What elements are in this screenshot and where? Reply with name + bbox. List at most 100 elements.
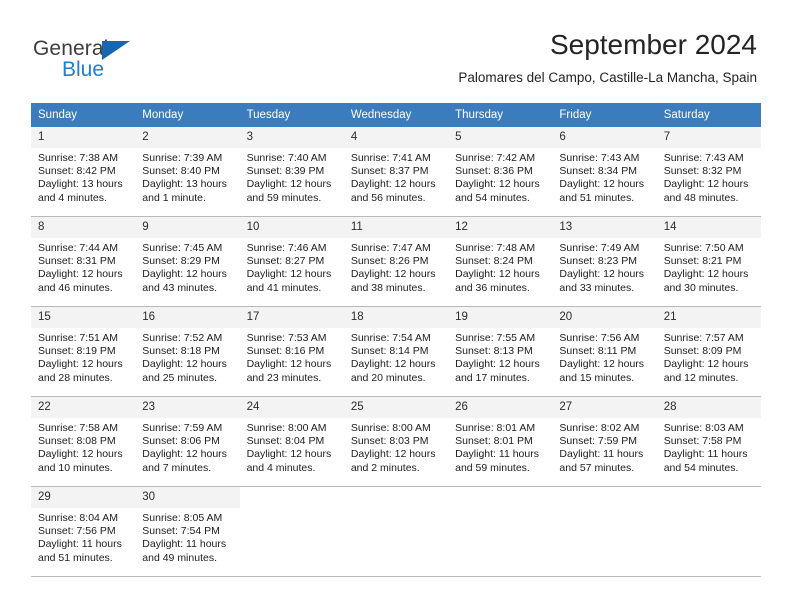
calendar-day-cell[interactable]: 17 Sunrise: 7:53 AM Sunset: 8:16 PM Dayligh… <box>239 306 344 397</box>
calendar-day-cell[interactable]: 2 Sunrise: 7:39 AM Sunset: 8:40 PM Daylight… <box>135 127 240 217</box>
sunset-text: Sunset: 7:56 PM <box>38 525 116 538</box>
daylight-text-line2: and 23 minutes. <box>246 371 322 384</box>
daylight-text-line2: and 49 minutes. <box>142 551 217 564</box>
calendar-day-cell[interactable]: 19 Sunrise: 7:55 AM Sunset: 8:13 PM Dayligh… <box>448 306 553 397</box>
logo-text-blue: Blue <box>62 58 105 81</box>
calendar-day-cell[interactable]: 26 Sunrise: 8:01 AM Sunset: 8:01 PM Dayligh… <box>448 396 553 487</box>
sunset-text: Sunset: 8:08 PM <box>38 435 116 448</box>
sunset-text: Sunset: 8:06 PM <box>142 435 220 448</box>
day-sun-info: Sunrise: 8:03 AM Sunset: 7:58 PM Daylight:… <box>657 418 761 475</box>
calendar-day-cell[interactable]: 30 Sunrise: 8:05 AM Sunset: 7:54 PM Dayligh… <box>135 486 240 577</box>
day-sun-info: Sunrise: 7:47 AM Sunset: 8:26 PM Daylight:… <box>344 238 448 295</box>
sunset-text: Sunset: 8:16 PM <box>246 345 325 358</box>
day-number: 16 <box>135 307 240 328</box>
daylight-text-line1: Daylight: 12 hours <box>455 178 540 191</box>
daylight-text-line1: Daylight: 12 hours <box>559 268 645 281</box>
generalblue-logo[interactable]: General Blue <box>33 38 183 86</box>
calendar-day-cell[interactable]: 9 Sunrise: 7:45 AM Sunset: 8:29 PM Daylight… <box>135 216 240 307</box>
daylight-text-line1: Daylight: 12 hours <box>455 358 540 371</box>
daylight-text-line1: Daylight: 11 hours <box>455 448 539 461</box>
day-number: 17 <box>239 307 344 328</box>
calendar-day-cell[interactable]: 20 Sunrise: 7:56 AM Sunset: 8:11 PM Dayligh… <box>552 306 657 397</box>
day-number: 3 <box>239 127 344 148</box>
calendar-day-cell[interactable]: 16 Sunrise: 7:52 AM Sunset: 8:18 PM Dayligh… <box>135 306 240 397</box>
day-number: 22 <box>31 397 136 418</box>
daylight-text-line1: Daylight: 12 hours <box>350 178 436 191</box>
daylight-text-line1: Daylight: 13 hours <box>142 178 227 191</box>
sunset-text: Sunset: 8:03 PM <box>350 435 429 448</box>
sunrise-text: Sunrise: 7:39 AM <box>142 152 223 164</box>
sunset-text: Sunset: 8:09 PM <box>663 345 742 358</box>
calendar-day-cell[interactable]: 21 Sunrise: 7:57 AM Sunset: 8:09 PM Dayligh… <box>656 306 761 397</box>
day-sun-info: Sunrise: 8:00 AM Sunset: 8:03 PM Daylight:… <box>344 418 448 475</box>
sunset-text: Sunset: 7:58 PM <box>663 435 742 448</box>
calendar-day-cell[interactable]: 3 Sunrise: 7:40 AM Sunset: 8:39 PM Daylight… <box>239 127 344 217</box>
daylight-text-line2: and 15 minutes. <box>559 371 635 384</box>
calendar-day-cell[interactable]: 22 Sunrise: 7:58 AM Sunset: 8:08 PM Dayligh… <box>31 396 136 487</box>
daylight-text-line2: and 38 minutes. <box>350 281 426 294</box>
day-sun-info: Sunrise: 8:00 AM Sunset: 8:04 PM Daylight:… <box>240 418 344 475</box>
daylight-text-line1: Daylight: 12 hours <box>246 178 332 191</box>
day-sun-info: Sunrise: 7:44 AM Sunset: 8:31 PM Daylight:… <box>31 238 135 295</box>
weekday-header-friday: Friday <box>552 103 657 127</box>
day-number: 7 <box>656 127 761 148</box>
calendar-day-cell[interactable]: 23 Sunrise: 7:59 AM Sunset: 8:06 PM Dayligh… <box>135 396 240 487</box>
calendar-day-cell[interactable]: 25 Sunrise: 8:00 AM Sunset: 8:03 PM Dayligh… <box>343 396 449 487</box>
calendar-day-cell[interactable]: 18 Sunrise: 7:54 AM Sunset: 8:14 PM Dayligh… <box>343 306 449 397</box>
daylight-text-line2: and 28 minutes. <box>38 371 113 384</box>
calendar-day-cell[interactable]: 8 Sunrise: 7:44 AM Sunset: 8:31 PM Daylight… <box>31 216 136 307</box>
calendar-day-cell[interactable]: 29 Sunrise: 8:04 AM Sunset: 7:56 PM Dayligh… <box>31 486 136 577</box>
weekday-header-saturday: Saturday <box>656 103 761 127</box>
day-sun-info: Sunrise: 7:40 AM Sunset: 8:39 PM Daylight:… <box>240 148 344 205</box>
day-number: 25 <box>343 397 449 418</box>
calendar-day-cell[interactable]: 27 Sunrise: 8:02 AM Sunset: 7:59 PM Dayligh… <box>552 396 657 487</box>
calendar-grid: Sunday Monday Tuesday Wednesday Thursday Frid… <box>31 103 761 577</box>
daylight-text-line1: Daylight: 12 hours <box>663 358 749 371</box>
daylight-text-line2: and 59 minutes. <box>246 191 322 204</box>
calendar-day-cell[interactable]: 14 Sunrise: 7:50 AM Sunset: 8:21 PM Dayligh… <box>656 216 761 307</box>
weekday-header-monday: Monday <box>135 103 240 127</box>
calendar-cell-empty <box>239 486 344 577</box>
calendar-day-cell[interactable]: 11 Sunrise: 7:47 AM Sunset: 8:26 PM Dayligh… <box>343 216 449 307</box>
sunrise-text: Sunrise: 8:03 AM <box>663 422 744 434</box>
daylight-text-line2: and 48 minutes. <box>663 191 739 204</box>
daylight-text-line1: Daylight: 12 hours <box>246 448 332 461</box>
calendar-day-cell[interactable]: 6 Sunrise: 7:43 AM Sunset: 8:34 PM Daylight… <box>552 127 657 217</box>
sunrise-text: Sunrise: 7:56 AM <box>559 332 640 344</box>
weekday-header-tuesday: Tuesday <box>239 103 344 127</box>
calendar-day-cell[interactable]: 12 Sunrise: 7:48 AM Sunset: 8:24 PM Dayligh… <box>448 216 553 307</box>
calendar-day-cell[interactable]: 28 Sunrise: 8:03 AM Sunset: 7:58 PM Dayligh… <box>656 396 761 487</box>
calendar-day-cell[interactable]: 10 Sunrise: 7:46 AM Sunset: 8:27 PM Dayligh… <box>239 216 344 307</box>
calendar-header-row: Sunday Monday Tuesday Wednesday Thursday Frid… <box>31 103 761 127</box>
calendar-week-row: 1 Sunrise: 7:38 AM Sunset: 8:42 PM Daylight… <box>31 127 761 217</box>
sunset-text: Sunset: 7:59 PM <box>559 435 638 448</box>
day-sun-info: Sunrise: 7:39 AM Sunset: 8:40 PM Daylight:… <box>135 148 239 205</box>
calendar-day-cell[interactable]: 15 Sunrise: 7:51 AM Sunset: 8:19 PM Dayligh… <box>31 306 136 397</box>
day-sun-info: Sunrise: 7:58 AM Sunset: 8:08 PM Daylight:… <box>31 418 135 475</box>
calendar-day-cell[interactable]: 24 Sunrise: 8:00 AM Sunset: 8:04 PM Dayligh… <box>239 396 344 487</box>
daylight-text-line2: and 46 minutes. <box>38 281 113 294</box>
calendar-day-cell[interactable]: 13 Sunrise: 7:49 AM Sunset: 8:23 PM Dayligh… <box>552 216 657 307</box>
page-header: General Blue September 2024 Palomares de… <box>0 0 792 103</box>
day-number: 13 <box>552 217 657 238</box>
daylight-text-line1: Daylight: 12 hours <box>38 448 123 461</box>
sunrise-text: Sunrise: 8:04 AM <box>38 512 118 524</box>
day-number: 11 <box>343 217 449 238</box>
daylight-text-line1: Daylight: 12 hours <box>142 358 227 371</box>
sunrise-text: Sunrise: 7:42 AM <box>455 152 536 164</box>
calendar-day-cell[interactable]: 1 Sunrise: 7:38 AM Sunset: 8:42 PM Daylight… <box>31 127 136 217</box>
day-number: 21 <box>656 307 761 328</box>
calendar-day-cell[interactable]: 5 Sunrise: 7:42 AM Sunset: 8:36 PM Daylight… <box>448 127 553 217</box>
calendar-day-cell[interactable]: 4 Sunrise: 7:41 AM Sunset: 8:37 PM Daylight… <box>343 127 449 217</box>
day-number: 12 <box>448 217 553 238</box>
calendar-day-cell[interactable]: 7 Sunrise: 7:43 AM Sunset: 8:32 PM Daylight… <box>656 127 761 217</box>
daylight-text-line1: Daylight: 12 hours <box>350 268 436 281</box>
day-sun-info: Sunrise: 7:51 AM Sunset: 8:19 PM Daylight:… <box>31 328 135 385</box>
day-number: 15 <box>31 307 136 328</box>
sunset-text: Sunset: 8:04 PM <box>246 435 325 448</box>
sunset-text: Sunset: 8:29 PM <box>142 255 220 268</box>
calendar-cell-empty <box>552 486 657 577</box>
daylight-text-line2: and 30 minutes. <box>663 281 739 294</box>
day-number: 14 <box>656 217 761 238</box>
daylight-text-line1: Daylight: 11 hours <box>663 448 748 461</box>
